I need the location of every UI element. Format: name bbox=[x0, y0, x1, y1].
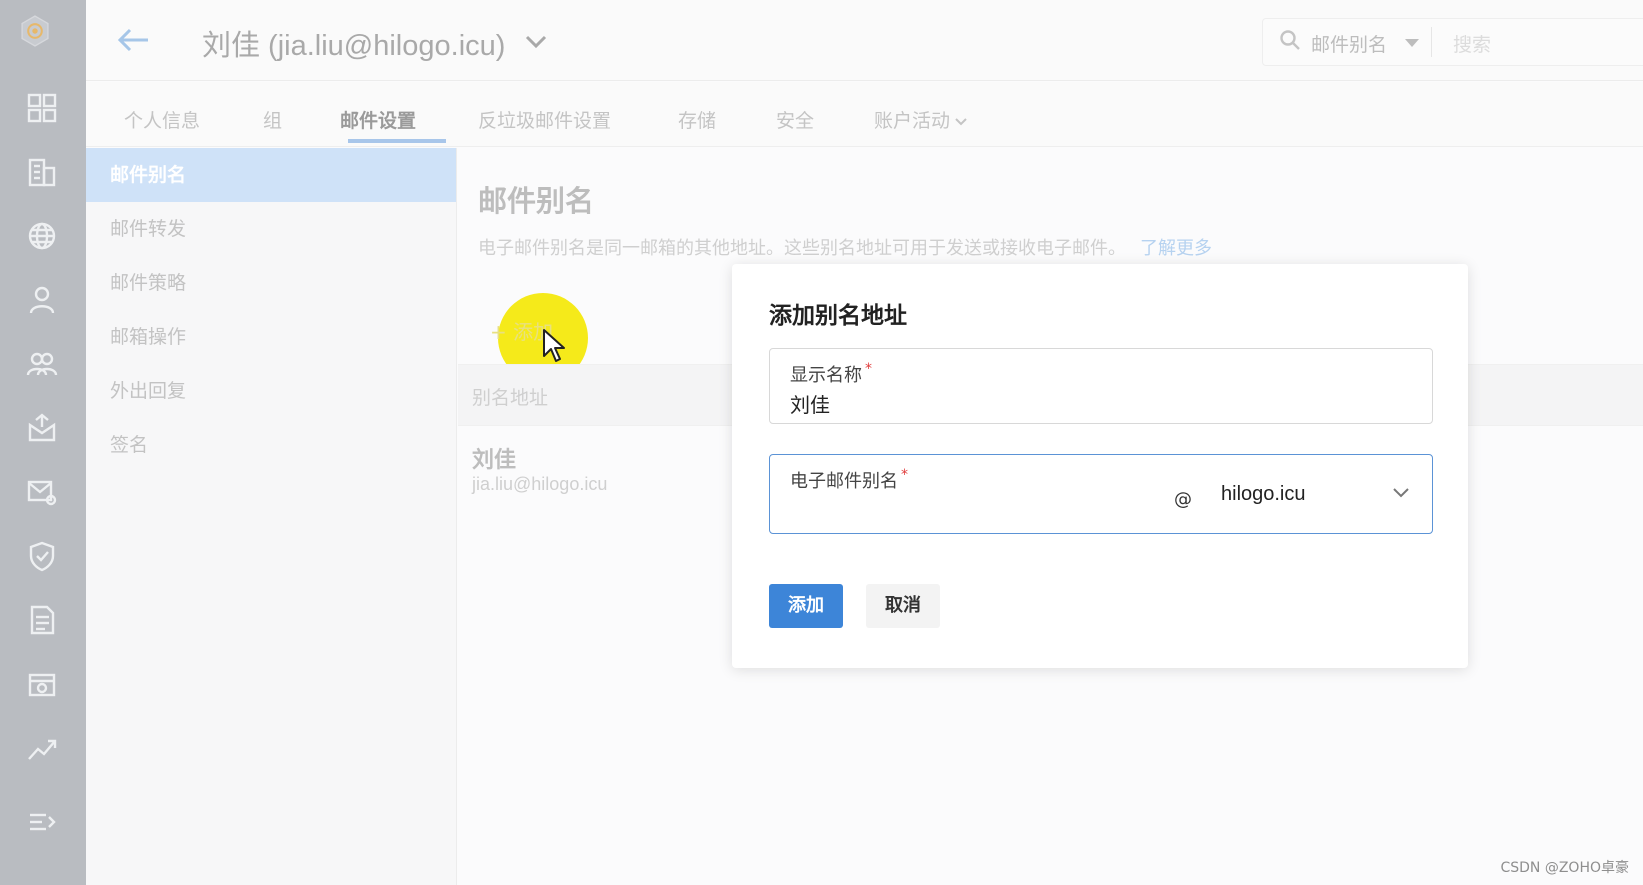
display-name-label: 显示名称 * bbox=[790, 361, 872, 387]
description-text: 电子邮件别名是同一邮箱的其他地址。这些别名地址可用于发送或接收电子邮件。 bbox=[478, 238, 1126, 259]
learn-more-link[interactable]: 了解更多 bbox=[1140, 238, 1212, 259]
settings-subnav: 邮件别名 邮件转发 邮件策略 邮箱操作 外出回复 签名 bbox=[86, 148, 457, 885]
watermark: CSDN @ZOHO卓豪 bbox=[1500, 860, 1629, 876]
collapse-menu-icon[interactable] bbox=[20, 800, 64, 844]
mail-settings-icon[interactable] bbox=[20, 470, 64, 514]
main-area: 刘佳 (jia.liu@hilogo.icu) 邮件别名 搜索 个人信息 组 邮… bbox=[86, 0, 1643, 885]
groups-icon[interactable] bbox=[20, 342, 64, 386]
domains-icon[interactable] bbox=[20, 214, 64, 258]
email-alias-label: 电子邮件别名 * bbox=[790, 467, 908, 493]
logo-icon[interactable] bbox=[18, 14, 68, 64]
tab-account-activity[interactable]: 账户活动 bbox=[874, 106, 968, 133]
add-alias-dialog: 添加别名地址 显示名称 * 刘佳 电子邮件别名 * @ hilogo.icu 添加 … bbox=[732, 264, 1468, 668]
required-asterisk: * bbox=[901, 467, 908, 483]
inbox-icon[interactable] bbox=[20, 406, 64, 450]
left-rail bbox=[0, 0, 86, 885]
subnav-item-mailbox-actions[interactable]: 邮箱操作 bbox=[86, 310, 456, 364]
subnav-item-email-alias[interactable]: 邮件别名 bbox=[86, 148, 456, 202]
section-description: 电子邮件别名是同一邮箱的其他地址。这些别名地址可用于发送或接收电子邮件。 了解更多 bbox=[478, 234, 1212, 260]
subnav-item-mail-policy[interactable]: 邮件策略 bbox=[86, 256, 456, 310]
tab-security[interactable]: 安全 bbox=[776, 106, 814, 133]
required-asterisk: * bbox=[865, 361, 872, 377]
chevron-down-icon[interactable] bbox=[522, 32, 550, 52]
section-heading: 邮件别名 bbox=[478, 184, 595, 218]
tab-bar: 个人信息 组 邮件设置 反垃圾邮件设置 存储 安全 账户活动 bbox=[86, 82, 1643, 147]
dialog-title: 添加别名地址 bbox=[769, 303, 907, 329]
add-button[interactable]: 添加 bbox=[769, 584, 843, 628]
tab-account-activity-label: 账户活动 bbox=[874, 110, 951, 132]
chevron-down-icon[interactable] bbox=[1390, 485, 1412, 501]
column-header-alias: 别名地址 bbox=[472, 387, 549, 409]
tab-mail-settings[interactable]: 邮件设置 bbox=[340, 106, 416, 133]
display-name-value[interactable]: 刘佳 bbox=[790, 389, 830, 418]
dashboard-icon[interactable] bbox=[20, 86, 64, 130]
analytics-icon[interactable] bbox=[20, 726, 64, 770]
active-tab-indicator bbox=[348, 139, 446, 143]
alias-row-name: 刘佳 bbox=[472, 448, 517, 473]
security-icon[interactable] bbox=[20, 534, 64, 578]
email-alias-field[interactable]: 电子邮件别名 * @ hilogo.icu bbox=[769, 454, 1433, 534]
organization-icon[interactable] bbox=[20, 150, 64, 194]
user-icon[interactable] bbox=[20, 278, 64, 322]
back-arrow-icon[interactable] bbox=[114, 22, 154, 58]
subnav-item-out-of-office[interactable]: 外出回复 bbox=[86, 364, 456, 418]
subnav-item-mail-forwarding[interactable]: 邮件转发 bbox=[86, 202, 456, 256]
storage-icon[interactable] bbox=[20, 662, 64, 706]
page-title: 刘佳 (jia.liu@hilogo.icu) bbox=[202, 30, 506, 62]
search-scope-select[interactable]: 邮件别名 bbox=[1311, 30, 1387, 57]
search-input[interactable]: 搜索 bbox=[1453, 30, 1491, 57]
caret-down-icon[interactable] bbox=[1405, 39, 1419, 47]
at-symbol: @ bbox=[1174, 489, 1192, 510]
email-alias-label-text: 电子邮件别名 bbox=[790, 471, 898, 492]
domain-select[interactable]: hilogo.icu bbox=[1221, 483, 1306, 506]
display-name-field[interactable]: 显示名称 * 刘佳 bbox=[769, 348, 1433, 424]
divider bbox=[1431, 27, 1432, 57]
top-bar: 刘佳 (jia.liu@hilogo.icu) 邮件别名 搜索 bbox=[86, 0, 1643, 81]
tab-storage[interactable]: 存储 bbox=[678, 106, 716, 133]
search-icon bbox=[1279, 29, 1301, 51]
display-name-label-text: 显示名称 bbox=[790, 365, 862, 386]
mouse-cursor-icon bbox=[542, 328, 568, 364]
search-box[interactable]: 邮件别名 搜索 bbox=[1262, 18, 1643, 66]
reports-icon[interactable] bbox=[20, 598, 64, 642]
subnav-item-signature[interactable]: 签名 bbox=[86, 418, 456, 472]
alias-row-email: jia.liu@hilogo.icu bbox=[472, 474, 608, 494]
cancel-button[interactable]: 取消 bbox=[866, 584, 940, 628]
chevron-down-icon bbox=[955, 117, 967, 125]
tab-antispam[interactable]: 反垃圾邮件设置 bbox=[478, 106, 611, 133]
tab-personal-info[interactable]: 个人信息 bbox=[124, 106, 200, 133]
tab-groups[interactable]: 组 bbox=[263, 106, 282, 133]
